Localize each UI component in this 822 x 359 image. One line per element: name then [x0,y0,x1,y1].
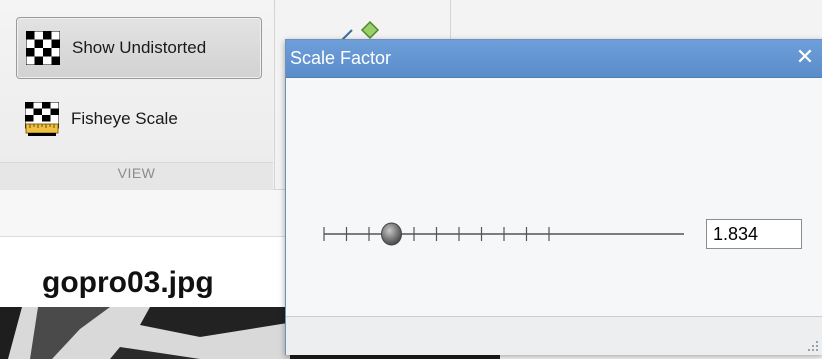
slider-thumb[interactable] [381,222,402,246]
show-undistorted-label: Show Undistorted [72,38,207,57]
scale-factor-dialog: Scale Factor ✕ [285,39,822,355]
fisheye-scale-label: Fisheye Scale [71,109,178,128]
view-group-label: VIEW [117,165,156,181]
checkerboard-ruler-icon [25,102,59,136]
scale-value-field[interactable] [706,219,802,249]
image-preview [0,307,300,359]
show-undistorted-button[interactable]: Show Undistorted [16,17,262,79]
resize-grip-icon[interactable] [806,339,820,353]
dialog-body [286,78,822,316]
checkerboard-icon [26,31,60,65]
fisheye-scale-button[interactable]: Fisheye Scale [16,89,260,149]
dialog-title: Scale Factor [290,48,392,68]
ribbon-separator [450,0,451,40]
ribbon-separator [274,0,275,189]
image-title: gopro03.jpg [42,266,214,299]
dialog-titlebar[interactable]: Scale Factor ✕ [286,40,822,78]
close-icon[interactable]: ✕ [794,46,816,68]
app-window: Show Undistorted Fisheye Scale VIEW gopr… [0,0,822,359]
ribbon-group-view: Show Undistorted Fisheye Scale VIEW [0,0,273,190]
scale-slider[interactable] [322,219,688,249]
dialog-statusbar [286,316,822,355]
